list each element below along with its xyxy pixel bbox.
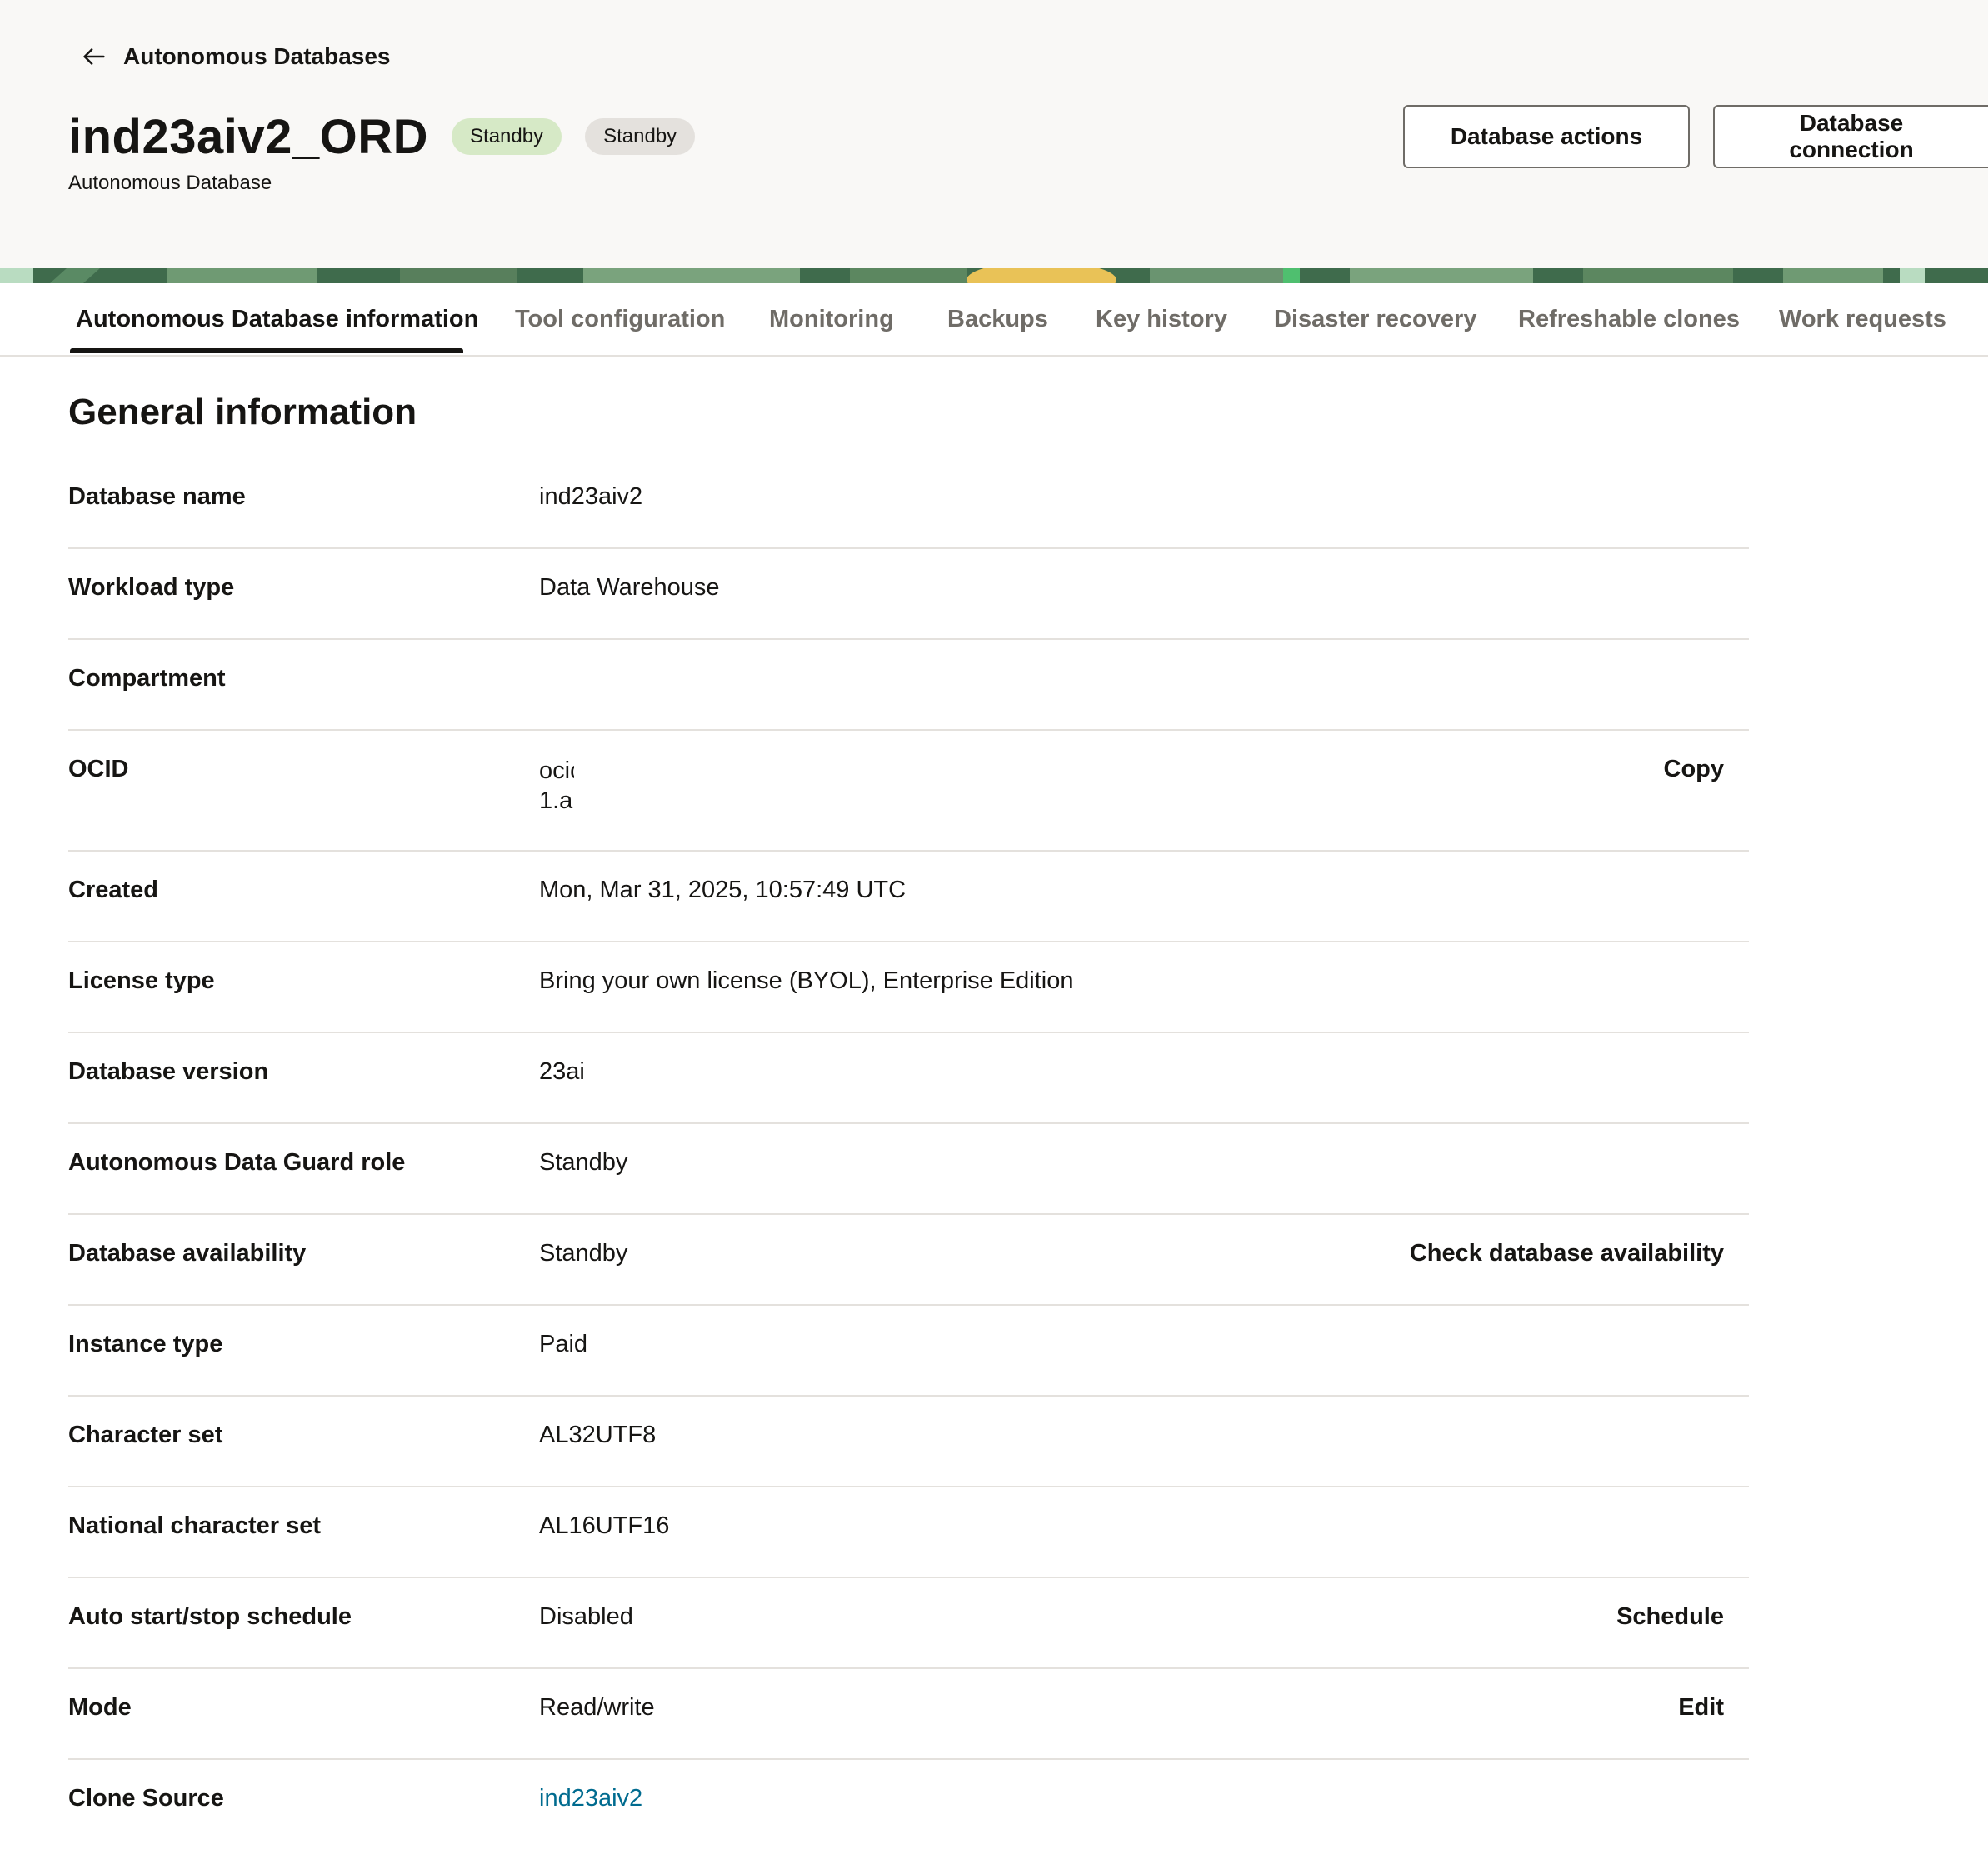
row-value: Disabled	[539, 1603, 633, 1630]
row-database-availability: Database availability Standby Check data…	[68, 1215, 1749, 1306]
row-auto-start-stop-schedule: Auto start/stop schedule Disabled Schedu…	[68, 1578, 1749, 1669]
row-label: Workload type	[68, 574, 235, 601]
row-label: Clone Source	[68, 1785, 224, 1812]
row-data-guard-role: Autonomous Data Guard role Standby	[68, 1124, 1749, 1215]
copy-ocid-button[interactable]: Copy	[1664, 756, 1725, 783]
row-value: Read/write	[539, 1694, 655, 1721]
tab-key-history[interactable]: Key history	[1096, 283, 1227, 355]
row-label: National character set	[68, 1512, 322, 1539]
row-value: Standby	[539, 1240, 628, 1267]
page-title: ind23aiv2_ORD	[68, 109, 429, 164]
row-clone-source: Clone Source ind23aiv2	[68, 1760, 1749, 1849]
row-database-version: Database version 23ai	[68, 1033, 1749, 1124]
edit-mode-button[interactable]: Edit	[1678, 1694, 1724, 1722]
row-label: Autonomous Data Guard role	[68, 1149, 406, 1176]
database-connection-button[interactable]: Database connection	[1713, 105, 1988, 168]
arrow-left-icon	[83, 48, 105, 65]
row-database-name: Database name ind23aiv2	[68, 458, 1749, 549]
row-value: AL32UTF8	[539, 1422, 657, 1448]
row-mode: Mode Read/write Edit	[68, 1669, 1749, 1760]
row-character-set: Character set AL32UTF8	[68, 1397, 1749, 1487]
row-license-type: License type Bring your own license (BYO…	[68, 942, 1749, 1033]
check-database-availability-button[interactable]: Check database availability	[1410, 1240, 1724, 1267]
row-label: Instance type	[68, 1331, 223, 1357]
section-title: General information	[68, 392, 417, 432]
tab-monitoring[interactable]: Monitoring	[769, 283, 894, 355]
row-label: Character set	[68, 1422, 223, 1448]
database-actions-button[interactable]: Database actions	[1403, 105, 1690, 168]
decorative-banner	[0, 268, 1988, 283]
ocid-value: ocid 1.a	[539, 756, 574, 816]
row-value: Bring your own license (BYOL), Enterpris…	[539, 967, 1074, 994]
row-workload-type: Workload type Data Warehouse	[68, 549, 1749, 640]
row-value: Data Warehouse	[539, 574, 720, 601]
tab-tool-configuration[interactable]: Tool configuration	[515, 283, 725, 355]
row-value: ind23aiv2	[539, 483, 643, 510]
role-badge: Standby	[585, 118, 696, 155]
ocid-value-line: ocid	[539, 757, 574, 784]
active-tab-indicator	[70, 348, 463, 353]
row-value: 23ai	[539, 1058, 585, 1085]
tab-backups[interactable]: Backups	[947, 283, 1048, 355]
row-label: Mode	[68, 1694, 132, 1721]
clone-source-link[interactable]: ind23aiv2	[539, 1785, 642, 1812]
schedule-button[interactable]: Schedule	[1616, 1603, 1724, 1631]
page-subtitle: Autonomous Database	[68, 172, 272, 194]
row-label: Auto start/stop schedule	[68, 1603, 352, 1630]
header-actions: Database actions Database connection	[1403, 105, 1988, 168]
row-created: Created Mon, Mar 31, 2025, 10:57:49 UTC	[68, 852, 1749, 942]
tab-work-requests[interactable]: Work requests	[1779, 283, 1946, 355]
row-label: Created	[68, 877, 158, 903]
row-label: Database name	[68, 483, 246, 510]
back-link-label: Autonomous Databases	[123, 43, 391, 69]
tab-bar: Autonomous Database information Tool con…	[0, 283, 1988, 357]
row-instance-type: Instance type Paid	[68, 1306, 1749, 1397]
status-badge: Standby	[452, 118, 562, 155]
title-row: ind23aiv2_ORD Standby Standby	[68, 107, 696, 167]
row-label: License type	[68, 967, 215, 994]
row-value: Paid	[539, 1331, 588, 1357]
row-label: Compartment	[68, 665, 226, 692]
ocid-value-line: 1.a	[539, 787, 573, 814]
row-value: Mon, Mar 31, 2025, 10:57:49 UTC	[539, 877, 907, 903]
row-ocid: OCID ocid 1.a Copy	[68, 731, 1749, 852]
tab-autonomous-database-information[interactable]: Autonomous Database information	[76, 283, 478, 355]
row-value: AL16UTF16	[539, 1512, 670, 1539]
row-label: Database availability	[68, 1240, 307, 1267]
row-label: OCID	[68, 756, 129, 782]
row-compartment: Compartment	[68, 640, 1749, 731]
tab-disaster-recovery[interactable]: Disaster recovery	[1274, 283, 1476, 355]
general-information-list: Database name ind23aiv2 Workload type Da…	[68, 458, 1749, 1849]
back-link[interactable]: Autonomous Databases	[80, 40, 391, 73]
row-label: Database version	[68, 1058, 269, 1085]
tab-refreshable-clones[interactable]: Refreshable clones	[1518, 283, 1740, 355]
row-national-character-set: National character set AL16UTF16	[68, 1487, 1749, 1578]
row-value: Standby	[539, 1149, 628, 1176]
page-header: Autonomous Databases ind23aiv2_ORD Stand…	[0, 0, 1988, 268]
